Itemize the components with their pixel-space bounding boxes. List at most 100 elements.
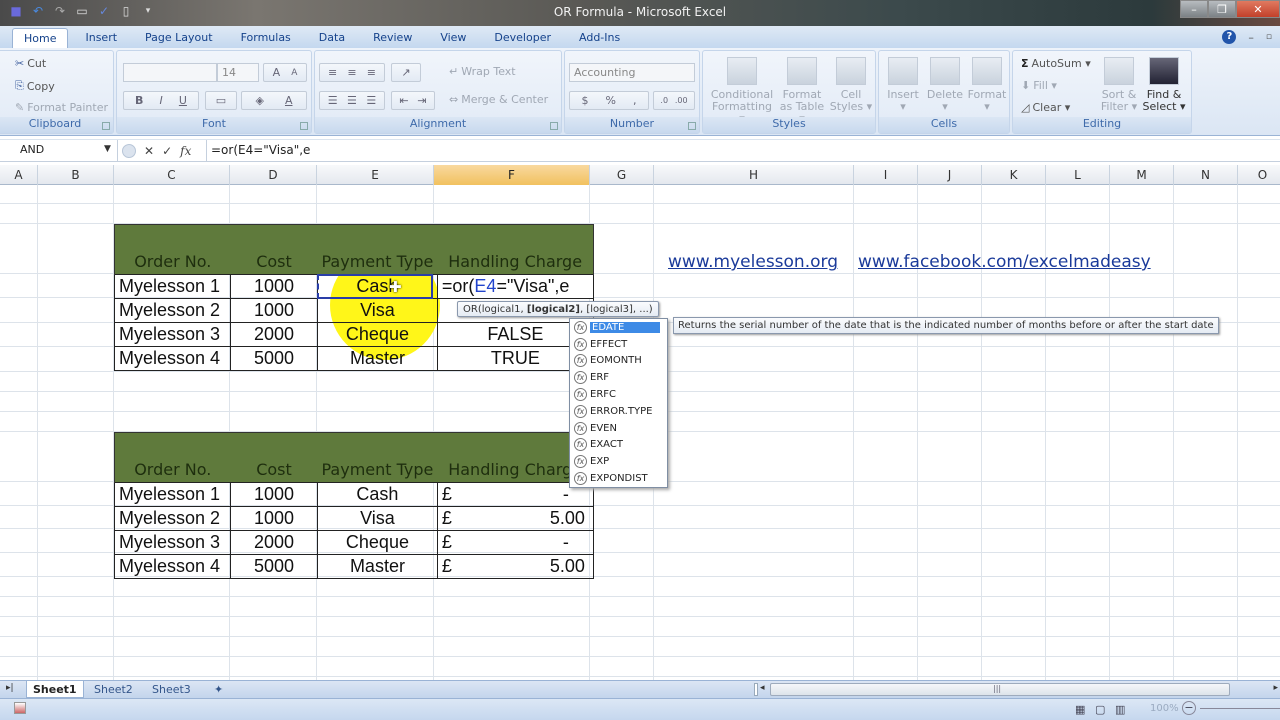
cell-payment-type[interactable]: Master <box>317 554 438 579</box>
column-header-k[interactable]: K <box>982 165 1046 185</box>
cell-handling-charge[interactable]: £5.00 <box>436 506 594 531</box>
percent-button[interactable]: % <box>606 94 616 107</box>
cell-handling-charge[interactable]: £5.00 <box>436 554 594 579</box>
tab-insert[interactable]: Insert <box>74 28 128 48</box>
column-header-e[interactable]: E <box>317 165 434 185</box>
vertical-align-buttons[interactable]: ≡ ≡ ≡ <box>319 63 385 82</box>
tab-add-ins[interactable]: Add-Ins <box>568 28 631 48</box>
font-launcher[interactable] <box>300 122 308 130</box>
cell-payment-type[interactable]: Visa <box>317 506 438 531</box>
facebook-link[interactable]: www.facebook.com/excelmadeasy <box>858 252 1151 272</box>
page-break-view-icon[interactable]: ▥ <box>1115 703 1125 716</box>
cell-cost[interactable]: 5000 <box>230 346 318 371</box>
align-middle-icon[interactable]: ≡ <box>347 66 356 79</box>
decrease-indent-icon[interactable]: ⇤ <box>399 94 408 107</box>
cell-order[interactable]: Myelesson 2 <box>114 506 231 531</box>
sheet-tab-sheet2[interactable]: Sheet2 <box>88 681 139 698</box>
fill-button[interactable]: ⬇ Fill ▾ <box>1021 79 1057 92</box>
autocomplete-item[interactable]: fx ERROR.TYPE <box>570 403 667 420</box>
cut-button[interactable]: ✂ Cut <box>15 57 46 70</box>
cell-payment-type[interactable]: Visa <box>317 298 438 323</box>
cell-payment-type[interactable]: Cash <box>317 482 438 507</box>
bold-button[interactable]: B <box>135 94 143 107</box>
cell-order[interactable]: Myelesson 1 <box>114 274 231 299</box>
zoom-out-icon[interactable]: − <box>1182 701 1196 715</box>
cell-cost[interactable]: 1000 <box>230 482 318 507</box>
wrap-text-button[interactable]: ↵ Wrap Text <box>449 65 516 78</box>
comma-button[interactable]: , <box>633 94 637 107</box>
page-layout-view-icon[interactable]: ▢ <box>1095 703 1105 716</box>
normal-view-icon[interactable]: ▦ <box>1075 703 1085 716</box>
restore-button[interactable]: ❐ <box>1208 0 1236 18</box>
close-button[interactable]: ✕ <box>1236 0 1280 18</box>
autocomplete-item[interactable]: fx EXPONDIST <box>570 470 667 487</box>
format-cells-button[interactable]: Format ▾ <box>967 57 1007 113</box>
cell-cost[interactable]: 1000 <box>230 274 318 299</box>
column-header-b[interactable]: B <box>38 165 114 185</box>
horizontal-align-buttons[interactable]: ☰ ☰ ☰ <box>319 91 385 110</box>
cell-payment-type[interactable]: Cheque <box>317 530 438 555</box>
indent-buttons[interactable]: ⇤ ⇥ <box>391 91 435 110</box>
help-icon[interactable]: ? <box>1222 30 1237 44</box>
alignment-launcher[interactable] <box>550 122 558 130</box>
align-top-icon[interactable]: ≡ <box>328 66 337 79</box>
cell-order[interactable]: Myelesson 3 <box>114 322 231 347</box>
column-header-c[interactable]: C <box>114 165 230 185</box>
format-painter-button[interactable]: ✎ Format Painter <box>15 101 108 114</box>
borders-button[interactable]: ▭ <box>205 91 237 110</box>
underline-button[interactable]: U <box>179 94 187 107</box>
align-left-icon[interactable]: ☰ <box>328 94 338 107</box>
font-name-combo[interactable] <box>123 63 217 82</box>
autocomplete-item[interactable]: fx EXACT <box>570 437 667 454</box>
minimize-button[interactable]: – <box>1180 0 1208 18</box>
currency-button[interactable]: $ <box>582 94 589 107</box>
macro-record-icon[interactable] <box>14 702 26 714</box>
delete-cells-button[interactable]: Delete ▾ <box>925 57 965 113</box>
last-sheet-nav-icon[interactable]: ▸| <box>6 683 14 693</box>
conditional-formatting-button[interactable]: ConditionalFormatting ▾ <box>709 57 775 125</box>
cell-order[interactable]: Myelesson 2 <box>114 298 231 323</box>
formula-input[interactable]: =or(E4="Visa",e <box>206 140 1280 162</box>
cell-order[interactable]: Myelesson 1 <box>114 482 231 507</box>
sort-filter-button[interactable]: Sort & Filter ▾ <box>1099 57 1139 113</box>
insert-cells-button[interactable]: Insert ▾ <box>883 57 923 113</box>
zoom-level[interactable]: 100% <box>1150 703 1179 714</box>
sheet-tab-sheet1[interactable]: Sheet1 <box>26 681 84 698</box>
autocomplete-item[interactable]: fx EOMONTH <box>570 353 667 370</box>
current-argument[interactable]: [logical2] <box>527 304 580 315</box>
ribbon-minimize-icon[interactable]: – <box>1248 31 1254 44</box>
autocomplete-item[interactable]: fx EXP <box>570 453 667 470</box>
column-header-f[interactable]: F <box>434 165 590 185</box>
cell-payment-type[interactable]: Cash <box>317 274 438 299</box>
grow-shrink-font[interactable]: AA <box>263 63 307 82</box>
column-header-d[interactable]: D <box>230 165 317 185</box>
name-box[interactable]: AND <box>0 140 118 162</box>
align-center-icon[interactable]: ☰ <box>347 94 357 107</box>
increase-indent-icon[interactable]: ⇥ <box>417 94 426 107</box>
column-header-l[interactable]: L <box>1046 165 1110 185</box>
column-header-h[interactable]: H <box>654 165 854 185</box>
cell-payment-type[interactable]: Master <box>317 346 438 371</box>
merge-center-button[interactable]: ⇔ Merge & Center <box>449 93 548 106</box>
column-header-g[interactable]: G <box>590 165 654 185</box>
insert-sheet-button[interactable]: ✦ <box>208 681 229 698</box>
autocomplete-item[interactable]: fx EDATE <box>570 319 667 336</box>
orientation-button[interactable]: ↗ <box>391 63 421 82</box>
enter-formula-button[interactable]: ✓ <box>162 144 172 158</box>
clear-button[interactable]: ◿ Clear ▾ <box>1021 101 1070 114</box>
grow-font-icon[interactable]: A <box>273 66 281 79</box>
cell-payment-type[interactable]: Cheque <box>317 322 438 347</box>
shrink-font-icon[interactable]: A <box>291 68 297 78</box>
cell-order[interactable]: Myelesson 4 <box>114 554 231 579</box>
formula-bar-handle[interactable] <box>122 144 136 158</box>
cancel-formula-button[interactable]: ✕ <box>144 144 154 158</box>
insert-function-button[interactable]: fx <box>180 144 191 158</box>
number-launcher[interactable] <box>688 122 696 130</box>
font-size-combo[interactable]: 14 <box>217 63 259 82</box>
tab-view[interactable]: View <box>429 28 477 48</box>
autocomplete-item[interactable]: fx ERFC <box>570 386 667 403</box>
sheet-tab-sheet3[interactable]: Sheet3 <box>146 681 197 698</box>
font-color-icon[interactable]: A <box>285 94 293 107</box>
find-select-button[interactable]: Find & Select ▾ <box>1141 57 1187 113</box>
cell-cost[interactable]: 2000 <box>230 530 318 555</box>
